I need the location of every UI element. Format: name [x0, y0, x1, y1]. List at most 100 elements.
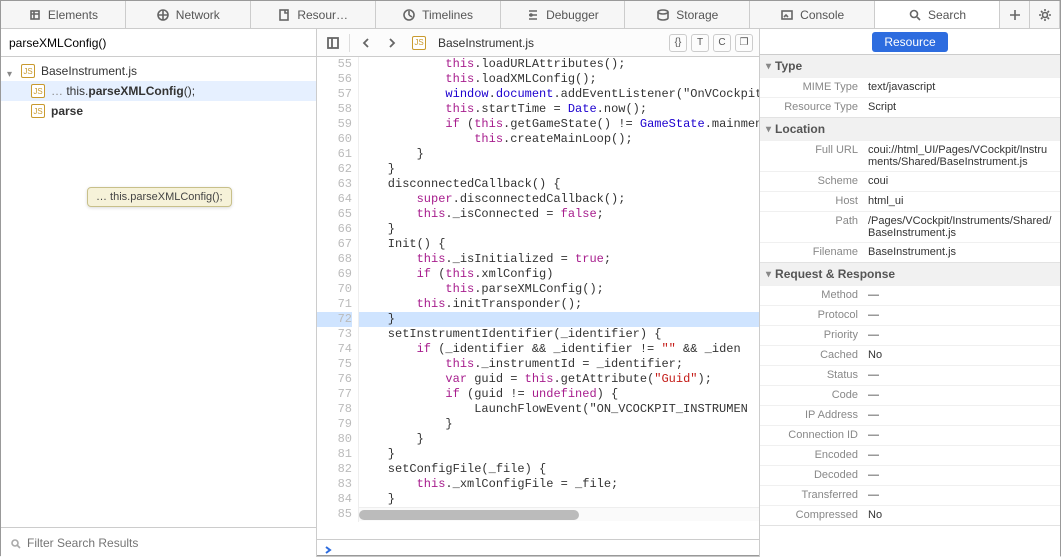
search-result-line[interactable]: JS… this.parseXMLConfig();: [1, 81, 316, 101]
detail-row: Path/Pages/VCockpit/Instruments/Shared/B…: [760, 211, 1060, 242]
tab-resour[interactable]: Resour…: [251, 1, 376, 28]
detail-row: FilenameBaseInstrument.js: [760, 242, 1060, 262]
code-line[interactable]: this.parseXMLConfig();: [359, 282, 759, 297]
code-line[interactable]: LaunchFlowEvent("ON_VCOCKPIT_INSTRUMEN: [359, 402, 759, 417]
coverage-button[interactable]: C: [713, 34, 731, 52]
code-line[interactable]: }: [359, 417, 759, 432]
detail-row: Protocol—: [760, 305, 1060, 325]
type-button[interactable]: T: [691, 34, 709, 52]
plus-button[interactable]: [1000, 1, 1030, 28]
section-header[interactable]: Type: [760, 55, 1060, 77]
search-input[interactable]: [9, 36, 308, 50]
pretty-print-button[interactable]: {}: [669, 34, 687, 52]
disclosure-triangle-icon[interactable]: [7, 66, 17, 76]
filter-input[interactable]: [27, 536, 308, 550]
section-header[interactable]: Request & Response: [760, 263, 1060, 285]
dock-toggle-button[interactable]: [323, 33, 343, 53]
tab-icon: [526, 8, 540, 22]
code-line[interactable]: this.loadXMLConfig();: [359, 72, 759, 87]
result-file-name: BaseInstrument.js: [41, 64, 137, 78]
detail-row: Code—: [760, 385, 1060, 405]
code-line[interactable]: var guid = this.getAttribute("Guid");: [359, 372, 759, 387]
code-line[interactable]: }: [359, 447, 759, 462]
tab-timelines[interactable]: Timelines: [376, 1, 501, 28]
code-line[interactable]: window.document.addEventListener("OnVCoc…: [359, 87, 759, 102]
search-field-row: [1, 29, 316, 57]
code-line[interactable]: super.disconnectedCallback();: [359, 192, 759, 207]
code-line[interactable]: Init() {: [359, 237, 759, 252]
js-file-icon: JS: [412, 36, 426, 50]
code-line[interactable]: }: [359, 492, 759, 507]
code-line[interactable]: }: [359, 312, 759, 327]
nav-forward-button[interactable]: [382, 33, 402, 53]
tab-icon: [402, 8, 416, 22]
tab-console[interactable]: Console: [750, 1, 875, 28]
detail-row: Schemecoui: [760, 171, 1060, 191]
detail-row: Full URLcoui://html_UI/Pages/VCockpit/In…: [760, 140, 1060, 171]
detail-row: Encoded—: [760, 445, 1060, 465]
result-tooltip: … this.parseXMLConfig();: [87, 187, 232, 207]
code-line[interactable]: if (guid != undefined) {: [359, 387, 759, 402]
tab-storage[interactable]: Storage: [625, 1, 750, 28]
detail-row: Hosthtml_ui: [760, 191, 1060, 211]
detail-row: MIME Typetext/javascript: [760, 77, 1060, 97]
code-line[interactable]: this._xmlConfigFile = _file;: [359, 477, 759, 492]
code-line[interactable]: this._isInitialized = true;: [359, 252, 759, 267]
top-tabs: ElementsNetworkResour…TimelinesDebuggerS…: [1, 1, 1060, 29]
code-line[interactable]: this.startTime = Date.now();: [359, 102, 759, 117]
horizontal-scrollbar[interactable]: [359, 507, 759, 521]
code-line[interactable]: }: [359, 432, 759, 447]
code-line[interactable]: disconnectedCallback() {: [359, 177, 759, 192]
filter-icon: [9, 537, 21, 549]
js-line-icon: JS: [31, 84, 45, 98]
code-line[interactable]: setConfigFile(_file) {: [359, 462, 759, 477]
code-line[interactable]: setInstrumentIdentifier(_identifier) {: [359, 327, 759, 342]
detail-row: Transferred—: [760, 485, 1060, 505]
filter-bar: [1, 527, 316, 557]
detail-row: CompressedNo: [760, 505, 1060, 525]
gear-icon: [1038, 8, 1052, 22]
editor-file[interactable]: JS BaseInstrument.js: [408, 36, 663, 50]
code-line[interactable]: if (this.getGameState() != GameState.mai…: [359, 117, 759, 132]
code-line[interactable]: this._isConnected = false;: [359, 207, 759, 222]
tab-icon: [156, 8, 170, 22]
search-result-line[interactable]: JSparse: [1, 101, 316, 121]
tab-elements[interactable]: Elements: [1, 1, 126, 28]
console-prompt[interactable]: [317, 539, 759, 557]
code-line[interactable]: this.loadURLAttributes();: [359, 57, 759, 72]
tab-icon: [277, 8, 291, 22]
code-editor[interactable]: 5556575859606162636465666768697071727374…: [317, 57, 759, 539]
gear-button[interactable]: [1030, 1, 1060, 28]
tab-icon: [28, 8, 42, 22]
detail-row: Resource TypeScript: [760, 97, 1060, 117]
details-panel: Resource TypeMIME Typetext/javascriptRes…: [760, 29, 1060, 557]
code-line[interactable]: }: [359, 147, 759, 162]
popout-button[interactable]: ❐: [735, 34, 753, 52]
resource-tab[interactable]: Resource: [872, 32, 947, 52]
result-tree: JS BaseInstrument.js JS… this.parseXMLCo…: [1, 57, 316, 527]
tab-network[interactable]: Network: [126, 1, 251, 28]
result-file[interactable]: JS BaseInstrument.js: [1, 61, 316, 81]
code-line[interactable]: if (this.xmlConfig): [359, 267, 759, 282]
js-file-icon: JS: [21, 64, 35, 78]
tab-debugger[interactable]: Debugger: [501, 1, 626, 28]
code-line[interactable]: }: [359, 162, 759, 177]
detail-row: Connection ID—: [760, 425, 1060, 445]
section-header[interactable]: Location: [760, 118, 1060, 140]
details-tabbar: Resource: [760, 29, 1060, 55]
nav-back-button[interactable]: [356, 33, 376, 53]
detail-row: Method—: [760, 285, 1060, 305]
detail-row: CachedNo: [760, 345, 1060, 365]
detail-row: IP Address—: [760, 405, 1060, 425]
code-line[interactable]: this.createMainLoop();: [359, 132, 759, 147]
code-line[interactable]: }: [359, 222, 759, 237]
detail-row: Decoded—: [760, 465, 1060, 485]
code-line[interactable]: this._instrumentId = _identifier;: [359, 357, 759, 372]
code-line[interactable]: if (_identifier && _identifier != "" && …: [359, 342, 759, 357]
plus-icon: [1008, 8, 1022, 22]
tab-search[interactable]: Search: [875, 1, 1000, 28]
search-results-panel: JS BaseInstrument.js JS… this.parseXMLCo…: [1, 29, 317, 557]
code-line[interactable]: this.initTransponder();: [359, 297, 759, 312]
editor-file-name: BaseInstrument.js: [438, 36, 534, 50]
detail-row: Priority—: [760, 325, 1060, 345]
